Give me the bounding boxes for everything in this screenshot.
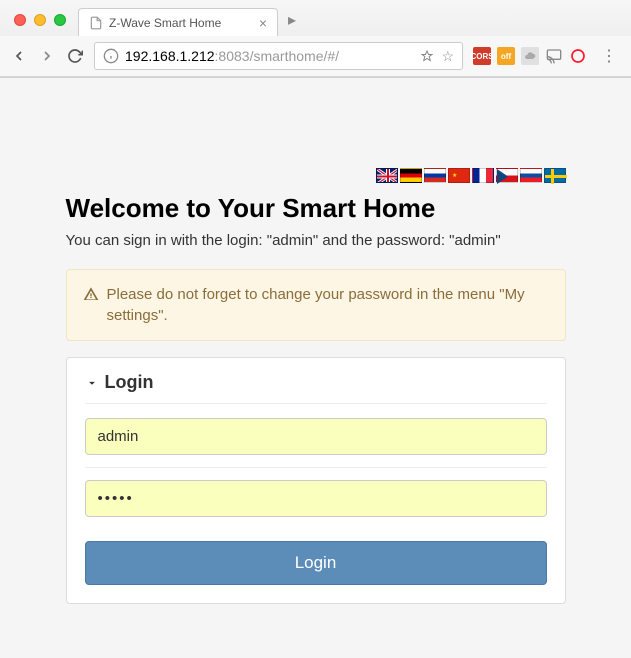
forward-button[interactable] xyxy=(38,47,56,65)
login-button[interactable]: Login xyxy=(85,541,547,585)
page-subtitle: You can sign in with the login: "admin" … xyxy=(66,230,566,251)
extension-cors-icon[interactable]: CORS xyxy=(473,47,491,65)
page-title: Welcome to Your Smart Home xyxy=(66,193,566,224)
flag-uk[interactable] xyxy=(376,168,398,183)
flag-se[interactable] xyxy=(544,168,566,183)
window-controls xyxy=(8,14,74,36)
maximize-window-button[interactable] xyxy=(54,14,66,26)
warning-icon xyxy=(83,286,99,302)
extension-cloud-icon[interactable] xyxy=(521,47,539,65)
extension-off-icon[interactable]: off xyxy=(497,47,515,65)
password-input[interactable] xyxy=(85,480,547,517)
tab-title: Z-Wave Smart Home xyxy=(109,16,251,30)
chevron-down-icon xyxy=(85,376,99,390)
page-body: ★ Welcome to Your Smart Home You can sig… xyxy=(0,78,631,658)
back-button[interactable] xyxy=(10,47,28,65)
reload-button[interactable] xyxy=(66,47,84,65)
flag-ru[interactable] xyxy=(424,168,446,183)
extension-opera-icon[interactable] xyxy=(569,47,587,65)
flag-fr[interactable] xyxy=(472,168,494,183)
address-bar[interactable]: 192.168.1.212:8083/smarthome/#/ ☆ xyxy=(94,42,463,70)
cast-icon[interactable] xyxy=(545,47,563,65)
language-flags: ★ xyxy=(66,168,566,183)
browser-menu-button[interactable]: ⋮ xyxy=(597,46,621,66)
browser-tab[interactable]: Z-Wave Smart Home × xyxy=(78,8,278,36)
extension-icons: CORS off xyxy=(473,47,587,65)
warning-alert: Please do not forget to change your pass… xyxy=(66,269,566,341)
flag-de[interactable] xyxy=(400,168,422,183)
url-host: 192.168.1.212 xyxy=(125,48,215,64)
url-path: :8083/smarthome/#/ xyxy=(215,48,340,64)
svg-text:★: ★ xyxy=(452,172,457,179)
login-panel: Login Login xyxy=(66,357,566,604)
bookmark-icon[interactable]: ☆ xyxy=(441,48,454,65)
pin-icon[interactable] xyxy=(421,50,433,62)
browser-toolbar: 192.168.1.212:8083/smarthome/#/ ☆ CORS o… xyxy=(0,36,631,77)
new-tab-button[interactable]: ▸ xyxy=(278,10,306,36)
browser-chrome: Z-Wave Smart Home × ▸ 192.168.1.212:8083… xyxy=(0,0,631,78)
flag-cn[interactable]: ★ xyxy=(448,168,470,183)
site-info-icon[interactable] xyxy=(103,48,119,64)
close-window-button[interactable] xyxy=(14,14,26,26)
username-input[interactable] xyxy=(85,418,547,455)
flag-sk[interactable] xyxy=(520,168,542,183)
tab-bar: Z-Wave Smart Home × ▸ xyxy=(0,0,631,36)
warning-text: Please do not forget to change your pass… xyxy=(107,284,549,326)
tab-close-icon[interactable]: × xyxy=(259,15,267,31)
page-favicon-icon xyxy=(89,16,103,30)
flag-cz[interactable] xyxy=(496,168,518,183)
login-panel-header[interactable]: Login xyxy=(85,372,547,404)
minimize-window-button[interactable] xyxy=(34,14,46,26)
login-panel-title: Login xyxy=(105,372,154,393)
